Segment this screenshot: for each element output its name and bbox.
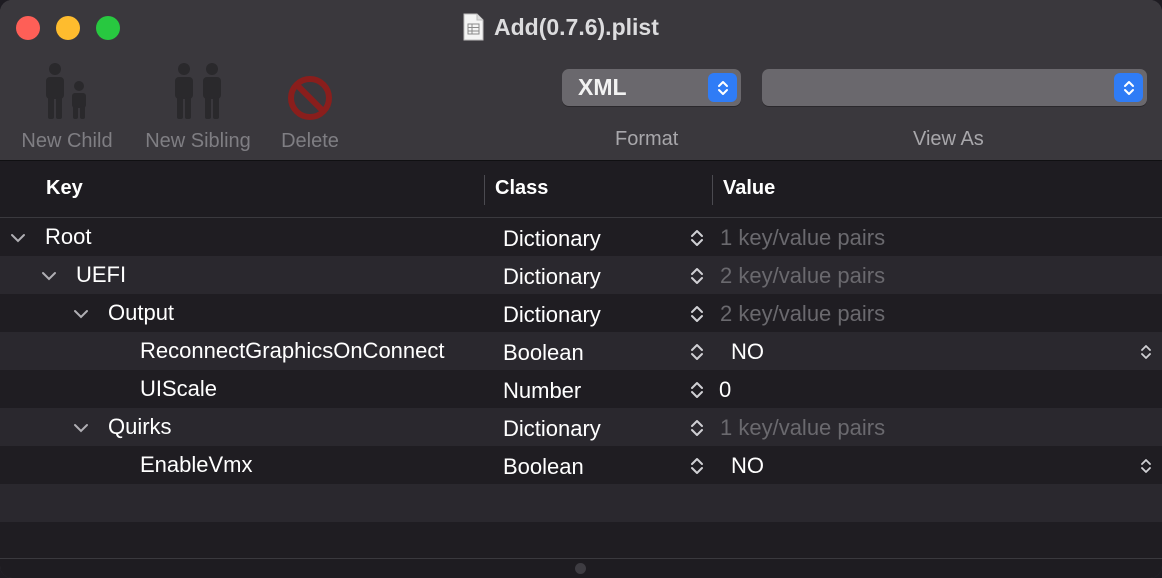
class-chevron-updown-icon[interactable] — [689, 228, 705, 248]
new-child-label: New Child — [21, 130, 113, 152]
plist-outline: Root Dictionary 1 key/value pairs UEFI D… — [0, 218, 1162, 560]
table-row[interactable]: Output Dictionary 2 key/value pairs — [0, 294, 1162, 332]
bottom-bar — [0, 558, 1162, 578]
row-key: Quirks — [108, 414, 172, 439]
plist-editor-window: Add(0.7.6).plist New Child New Sibling D… — [0, 0, 1162, 578]
table-row[interactable]: Root Dictionary 1 key/value pairs — [0, 218, 1162, 256]
row-value-field[interactable]: 0 — [719, 377, 731, 403]
value-chevron-updown-icon[interactable] — [1140, 458, 1152, 474]
class-chevron-updown-icon[interactable] — [689, 304, 705, 324]
table-row[interactable]: EnableVmx Boolean NO — [0, 446, 1162, 484]
toolbar: Add(0.7.6).plist New Child New Sibling D… — [0, 0, 1162, 161]
view-as-chevron-updown-icon — [1114, 73, 1143, 102]
document-icon — [463, 13, 484, 41]
minimize-window-button[interactable] — [56, 16, 80, 40]
column-header-key[interactable]: Key — [46, 177, 83, 200]
format-popup[interactable]: XML — [562, 69, 741, 106]
row-value: 2 key/value pairs — [720, 301, 886, 326]
new-sibling-label: New Sibling — [145, 130, 251, 152]
new-child-button[interactable]: New Child — [12, 58, 122, 153]
window-title-text: Add(0.7.6).plist — [494, 13, 659, 40]
column-divider[interactable] — [484, 175, 485, 205]
table-row[interactable]: UIScale Number 0 — [0, 370, 1162, 408]
new-sibling-button[interactable]: New Sibling — [134, 58, 262, 153]
close-window-button[interactable] — [16, 16, 40, 40]
table-row[interactable]: ReconnectGraphicsOnConnect Boolean NO — [0, 332, 1162, 370]
row-key: Output — [108, 300, 175, 325]
row-key: UIScale — [140, 376, 218, 401]
class-chevron-updown-icon[interactable] — [689, 418, 705, 438]
row-value: 1 key/value pairs — [720, 415, 886, 440]
class-chevron-updown-icon[interactable] — [689, 342, 705, 362]
delete-label: Delete — [281, 130, 339, 152]
chevron-down-icon[interactable] — [8, 228, 28, 248]
table-row[interactable]: UEFI Dictionary 2 key/value pairs — [0, 256, 1162, 294]
chevron-down-icon[interactable] — [39, 266, 59, 286]
row-key: UEFI — [76, 262, 127, 287]
empty-row — [0, 522, 1162, 560]
delete-button[interactable]: Delete — [270, 58, 350, 153]
row-value-popup[interactable]: NO — [731, 453, 764, 479]
format-popup-value: XML — [578, 74, 627, 100]
chevron-down-icon[interactable] — [71, 418, 91, 438]
value-chevron-updown-icon[interactable] — [1140, 344, 1152, 360]
format-label: Format — [615, 128, 679, 150]
row-class[interactable]: Dictionary — [503, 264, 601, 290]
view-as-label: View As — [913, 128, 984, 150]
class-chevron-updown-icon[interactable] — [689, 456, 705, 476]
row-class[interactable]: Boolean — [503, 454, 584, 480]
row-key: ReconnectGraphicsOnConnect — [140, 338, 445, 363]
maximize-window-button[interactable] — [96, 16, 120, 40]
format-chevron-updown-icon — [708, 73, 737, 102]
row-class[interactable]: Dictionary — [503, 226, 601, 252]
column-header-class[interactable]: Class — [495, 177, 548, 200]
chevron-down-icon[interactable] — [71, 304, 91, 324]
resize-grip[interactable] — [575, 563, 586, 574]
new-sibling-icon — [175, 63, 221, 119]
table-row[interactable]: Quirks Dictionary 1 key/value pairs — [0, 408, 1162, 446]
delete-icon — [288, 76, 332, 120]
table-header: Key Class Value — [0, 161, 1162, 218]
new-child-icon — [46, 63, 86, 119]
row-key: Root — [45, 224, 92, 249]
column-divider[interactable] — [712, 175, 713, 205]
row-key: EnableVmx — [140, 452, 253, 477]
view-as-popup[interactable] — [762, 69, 1147, 106]
row-value: 1 key/value pairs — [720, 225, 886, 250]
row-class[interactable]: Boolean — [503, 340, 584, 366]
class-chevron-updown-icon[interactable] — [689, 266, 705, 286]
row-class[interactable]: Number — [503, 378, 581, 404]
row-value-popup[interactable]: NO — [731, 339, 764, 365]
column-header-value[interactable]: Value — [723, 177, 775, 200]
window-title: Add(0.7.6).plist — [462, 10, 659, 44]
row-value: 2 key/value pairs — [720, 263, 886, 288]
row-class[interactable]: Dictionary — [503, 302, 601, 328]
class-chevron-updown-icon[interactable] — [689, 380, 705, 400]
row-class[interactable]: Dictionary — [503, 416, 601, 442]
empty-row — [0, 484, 1162, 522]
